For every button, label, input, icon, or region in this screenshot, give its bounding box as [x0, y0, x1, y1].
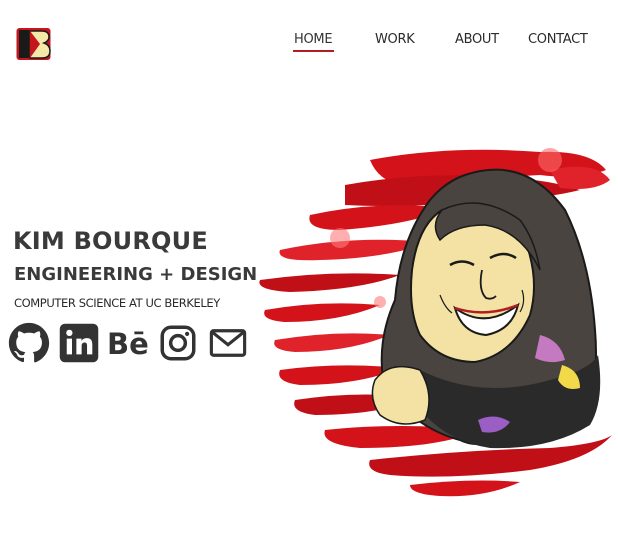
- behance-icon: Bē: [107, 327, 149, 361]
- nav-contact[interactable]: CONTACT: [528, 32, 588, 47]
- svg-text:Bē: Bē: [107, 327, 148, 361]
- nav-work[interactable]: WORK: [375, 32, 415, 47]
- main-nav: HOME WORK ABOUT CONTACT: [0, 32, 618, 56]
- nav-about[interactable]: ABOUT: [455, 32, 499, 47]
- nav-home[interactable]: HOME: [294, 32, 333, 47]
- hero-tagline: ENGINEERING + DESIGN: [14, 264, 258, 285]
- email-link[interactable]: [207, 322, 249, 364]
- instagram-link[interactable]: [157, 322, 199, 364]
- hero-name: KIM BOURQUE: [13, 227, 208, 255]
- hero-school: COMPUTER SCIENCE AT UC BERKELEY: [14, 296, 220, 310]
- instagram-icon: [160, 325, 196, 361]
- behance-link[interactable]: Bē: [106, 322, 149, 364]
- linkedin-link[interactable]: [58, 322, 100, 364]
- nav-active-underline: [293, 50, 334, 52]
- linkedin-icon: [59, 323, 99, 363]
- github-icon: [8, 322, 50, 363]
- email-icon: [209, 329, 247, 357]
- portrait-illustration: [259, 148, 612, 497]
- github-link[interactable]: [8, 322, 50, 364]
